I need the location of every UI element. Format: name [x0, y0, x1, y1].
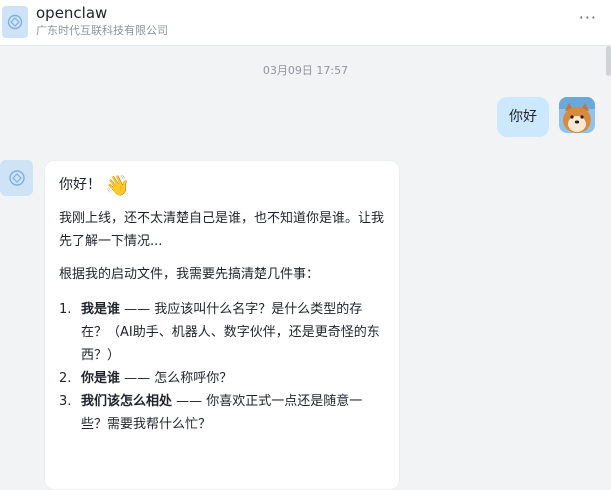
- chat-header: openclaw 广东时代互联科技有限公司 ···: [0, 0, 611, 46]
- chat-subtitle: 广东时代互联科技有限公司: [36, 24, 168, 37]
- openclaw-avatar-icon[interactable]: [2, 6, 28, 38]
- bot-paragraph-intro: 我刚上线，还不太清楚自己是谁，也不知道你是谁。让我先了解一下情况...: [59, 211, 385, 249]
- list-item-text: —— 怎么称呼你？: [120, 371, 233, 386]
- bot-paragraph-startup: 根据我的启动文件，我需要先搞清楚几件事：: [59, 267, 320, 282]
- list-item: 2. 你是谁 —— 怎么称呼你？: [59, 367, 385, 390]
- list-item-number: 3.: [59, 394, 72, 409]
- user-message-bubble: 你好: [497, 97, 549, 137]
- waving-hand-icon: 👋: [105, 173, 130, 197]
- bot-message-bubble: 你好！ 👋 我刚上线，还不太清楚自己是谁，也不知道你是谁。让我先了解一下情况..…: [44, 160, 400, 490]
- message-timestamp: 03月09日 17:57: [262, 64, 349, 77]
- list-item-number: 1.: [59, 302, 72, 317]
- shiba-dog-avatar-icon[interactable]: [559, 97, 595, 133]
- openclaw-bot-avatar-icon[interactable]: [0, 160, 33, 196]
- list-item: 1. 我是谁 —— 我应该叫什么名字？是什么类型的存在？（AI助手、机器人、数字…: [59, 298, 385, 367]
- list-item-title: 我是谁: [81, 302, 121, 317]
- list-item-number: 2.: [59, 371, 72, 386]
- list-item-text: —— 我应该叫什么名字？是什么类型的存在？（AI助手、机器人、数字伙伴，还是更奇…: [81, 302, 380, 363]
- more-options-icon[interactable]: ···: [579, 10, 597, 26]
- bot-greeting: 你好！ 👋: [59, 173, 385, 197]
- bot-question-list: 1. 我是谁 —— 我应该叫什么名字？是什么类型的存在？（AI助手、机器人、数字…: [59, 298, 385, 436]
- list-item-title: 我们该怎么相处: [81, 394, 173, 409]
- list-item-title: 你是谁: [81, 371, 121, 386]
- list-item: 3. 我们该怎么相处 —— 你喜欢正式一点还是随意一些？需要我帮什么忙？: [59, 390, 385, 436]
- chat-title: openclaw: [36, 4, 108, 22]
- greeting-text: 你好！: [59, 177, 101, 193]
